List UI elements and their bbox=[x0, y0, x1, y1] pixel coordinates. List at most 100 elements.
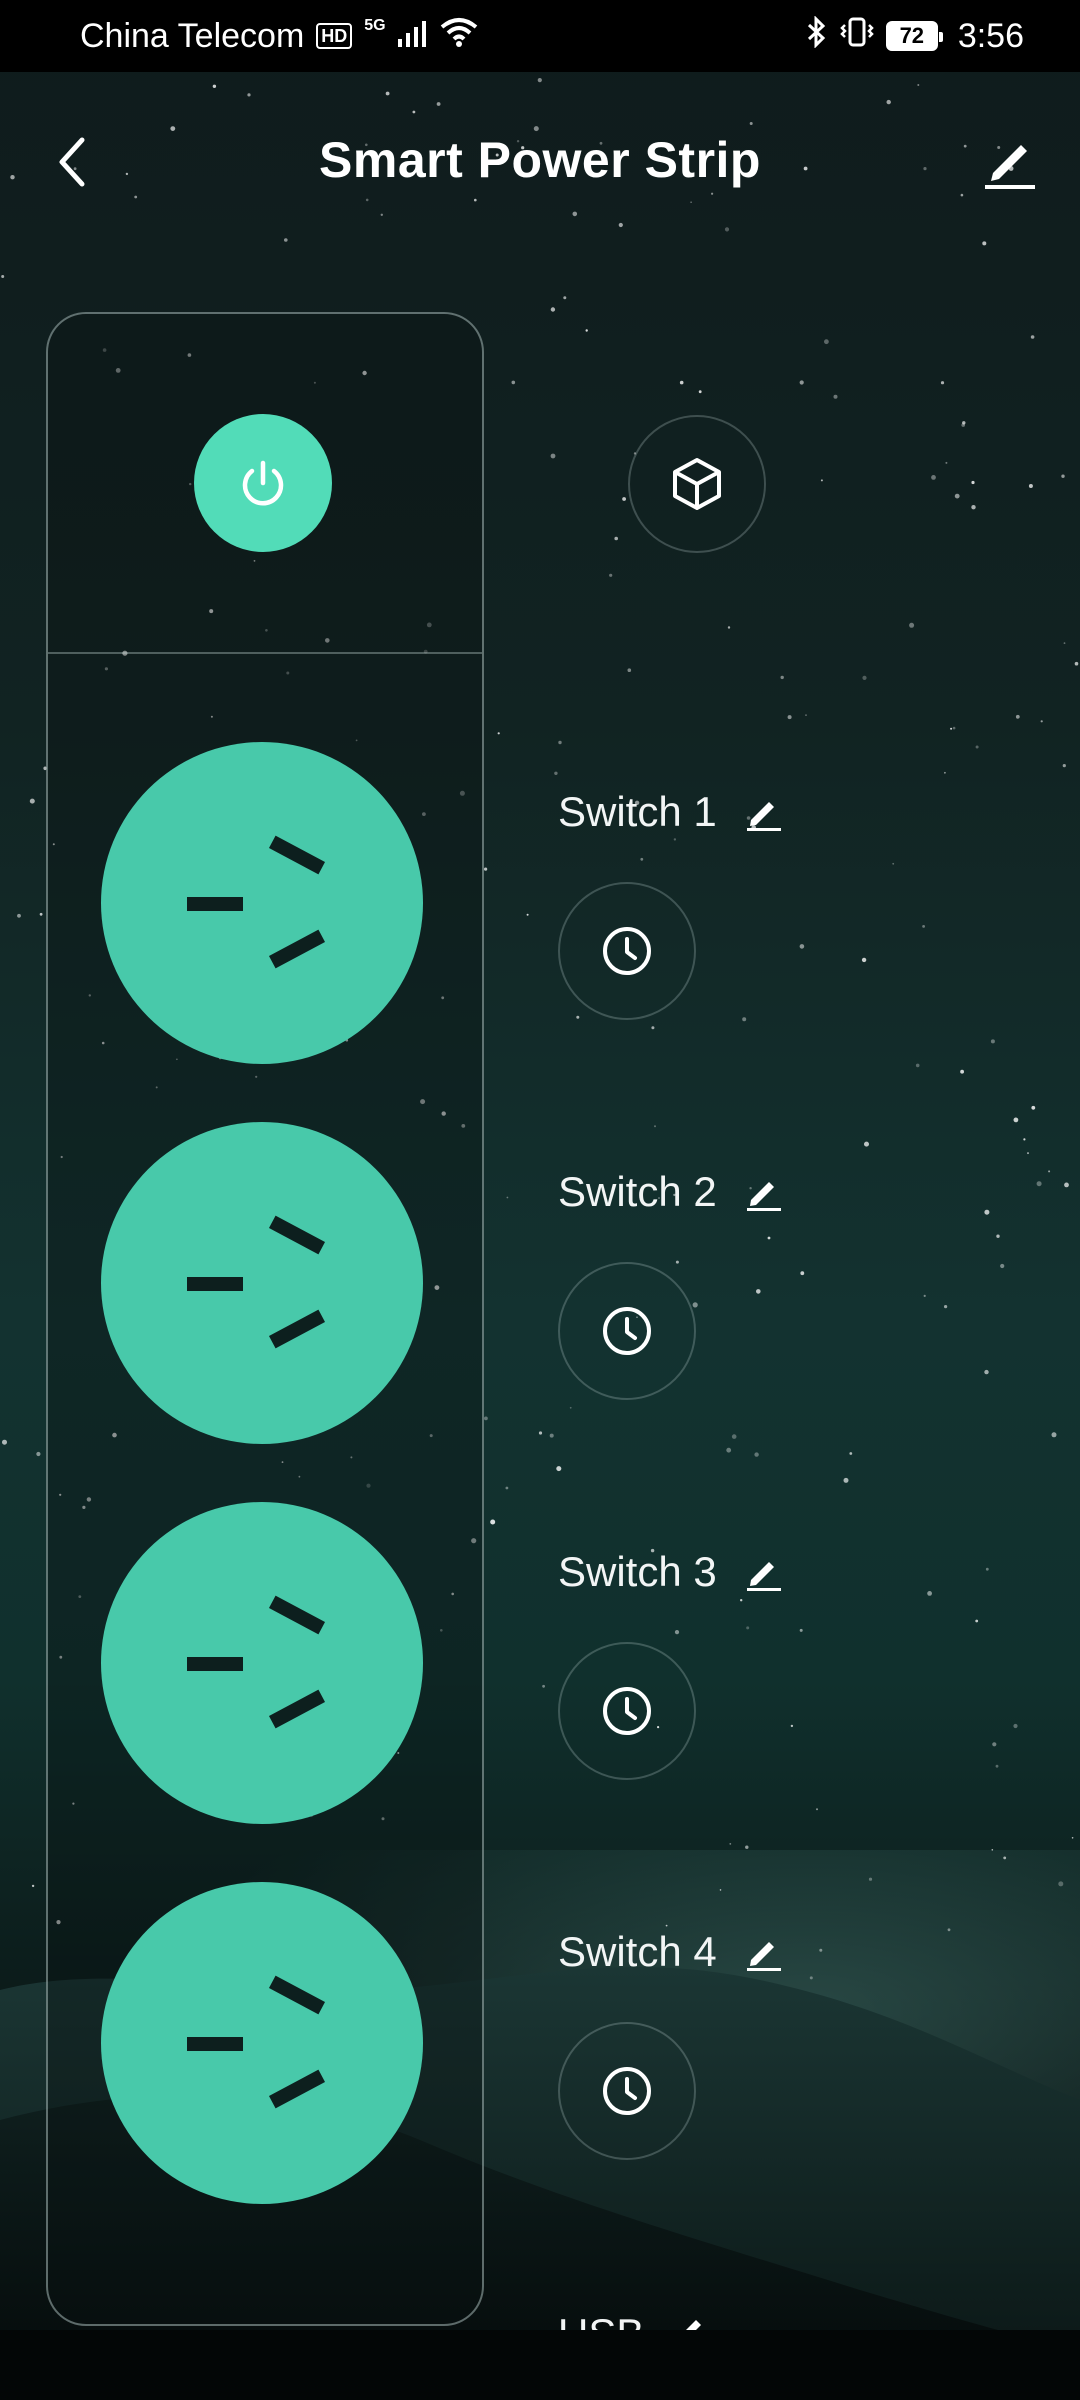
socket-holes-icon bbox=[187, 1595, 326, 1729]
rename-pencil-icon[interactable] bbox=[670, 2310, 710, 2330]
bluetooth-icon bbox=[806, 14, 828, 57]
star bbox=[849, 1452, 853, 1455]
star bbox=[284, 238, 288, 242]
star bbox=[990, 1039, 995, 1044]
star bbox=[923, 1294, 926, 1297]
socket-4[interactable] bbox=[101, 1882, 423, 2204]
socket-3[interactable] bbox=[101, 1502, 423, 1824]
star bbox=[1003, 1856, 1007, 1860]
battery-indicator: 72 bbox=[885, 21, 943, 51]
rename-pencil-icon[interactable] bbox=[743, 1932, 783, 1972]
star bbox=[576, 1015, 580, 1019]
star bbox=[640, 857, 644, 861]
star bbox=[484, 1416, 488, 1421]
cube-icon bbox=[673, 458, 721, 510]
star bbox=[971, 505, 976, 510]
star bbox=[944, 1305, 948, 1309]
star bbox=[960, 1069, 964, 1074]
star bbox=[824, 339, 829, 345]
star bbox=[975, 1619, 979, 1623]
star bbox=[550, 453, 556, 459]
star bbox=[627, 668, 632, 672]
star bbox=[917, 84, 920, 86]
star bbox=[947, 1928, 951, 1932]
star bbox=[1048, 1170, 1051, 1173]
star bbox=[490, 1519, 496, 1525]
star bbox=[675, 1260, 679, 1264]
star bbox=[726, 1447, 732, 1453]
star bbox=[742, 1017, 747, 1022]
socket-holes-icon bbox=[187, 835, 326, 969]
clock-time: 3:56 bbox=[957, 16, 1024, 55]
star bbox=[724, 227, 730, 232]
star bbox=[1028, 484, 1033, 488]
rename-pencil-icon[interactable] bbox=[743, 1172, 783, 1212]
star bbox=[819, 1948, 823, 1952]
scene-button[interactable] bbox=[628, 415, 766, 553]
rename-pencil-icon[interactable] bbox=[743, 1552, 783, 1592]
star bbox=[614, 536, 618, 541]
star bbox=[618, 222, 623, 228]
star bbox=[931, 475, 936, 480]
star bbox=[975, 745, 979, 749]
star bbox=[754, 1452, 759, 1457]
star bbox=[1030, 335, 1035, 339]
star bbox=[651, 1026, 655, 1030]
socket-1[interactable] bbox=[101, 742, 423, 1064]
switch-4-timer-button[interactable] bbox=[558, 2022, 696, 2160]
star bbox=[800, 1271, 805, 1276]
star bbox=[673, 838, 677, 841]
edit-device-button[interactable] bbox=[974, 128, 1044, 198]
star bbox=[922, 925, 925, 928]
star bbox=[622, 497, 626, 501]
star bbox=[780, 675, 784, 680]
carrier-name: China Telecom bbox=[80, 16, 305, 55]
star bbox=[497, 732, 500, 735]
star bbox=[787, 715, 792, 720]
star bbox=[996, 1234, 1000, 1238]
star bbox=[1000, 1263, 1005, 1269]
star bbox=[1051, 1432, 1057, 1438]
back-button[interactable] bbox=[40, 130, 104, 194]
chevron-left-icon bbox=[59, 137, 85, 187]
switch-1-timer-button[interactable] bbox=[558, 882, 696, 1020]
switch-3-label: Switch 3 bbox=[558, 1548, 717, 1595]
star bbox=[971, 480, 975, 485]
star bbox=[436, 102, 441, 106]
star bbox=[537, 78, 542, 83]
star bbox=[746, 1626, 750, 1630]
star bbox=[506, 1196, 509, 1199]
master-power-button[interactable] bbox=[194, 414, 332, 552]
star bbox=[1036, 1181, 1042, 1187]
star bbox=[1040, 720, 1043, 723]
star bbox=[1023, 1138, 1026, 1141]
star bbox=[39, 912, 43, 916]
star bbox=[511, 380, 516, 385]
rename-pencil-icon[interactable] bbox=[743, 792, 783, 832]
switch-1-row: Switch 1 bbox=[558, 788, 783, 836]
star bbox=[563, 296, 567, 300]
hd-badge: HD bbox=[316, 23, 353, 49]
star bbox=[991, 1849, 994, 1851]
star bbox=[1, 275, 5, 278]
socket-holes-icon bbox=[187, 1215, 326, 1349]
star bbox=[698, 390, 702, 394]
star bbox=[861, 957, 867, 963]
star bbox=[809, 1976, 813, 1980]
switch-4-label: Switch 4 bbox=[558, 1928, 717, 1975]
strip-divider bbox=[48, 652, 482, 654]
star bbox=[654, 1125, 656, 1128]
star bbox=[767, 1236, 771, 1240]
socket-2[interactable] bbox=[101, 1122, 423, 1444]
star bbox=[17, 913, 21, 918]
star bbox=[1074, 661, 1079, 666]
switch-2-timer-button[interactable] bbox=[558, 1262, 696, 1400]
star bbox=[1062, 764, 1066, 768]
switch-3-timer-button[interactable] bbox=[558, 1642, 696, 1780]
star bbox=[892, 862, 895, 865]
star bbox=[2, 1439, 7, 1445]
star bbox=[1061, 474, 1065, 478]
star bbox=[940, 381, 945, 385]
star bbox=[1063, 642, 1066, 644]
star bbox=[585, 329, 588, 332]
